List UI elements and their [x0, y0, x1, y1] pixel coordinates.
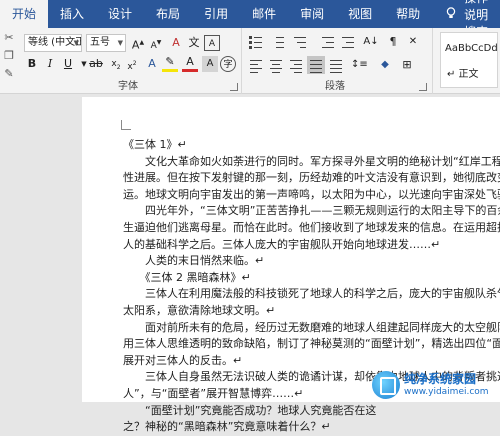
chevron-down-icon: ▼ [73, 39, 79, 47]
text-effects-icon[interactable]: A [144, 56, 160, 72]
tab-help[interactable]: 帮助 [384, 0, 432, 28]
chevron-down-icon: ▼ [117, 39, 123, 47]
tab-home[interactable]: 开始 [0, 0, 49, 28]
doc-line: 三体人在利用魔法般的科技锁死了地球人的科学之后，庞大的宇宙舰队杀气腾腾地直 [144, 287, 500, 301]
align-right-icon[interactable] [287, 56, 305, 74]
style-normal[interactable]: AaBbCcDd ↵ 正文 [440, 32, 498, 88]
doc-line: 《三体 2 黑暗森林》↵ [123, 270, 251, 284]
doc-line: 用三体人思维透明的致命缺陷，制订了神秘莫测的“面壁计划”，精选出四位“面壁者”。… [123, 337, 500, 351]
font-name-select[interactable]: 等线 (中文正文)▼ [24, 34, 82, 52]
highlight-icon[interactable]: ✎ [162, 56, 178, 72]
doc-line: 《三体 1》↵ [123, 138, 187, 151]
copy-icon[interactable]: ❐ [3, 50, 15, 62]
align-left-icon[interactable] [247, 56, 265, 74]
clipboard-group: ✂ ❐ ✎ [0, 28, 18, 94]
paragraph-group: A↓ ¶ ✕ ↕≡ ◆ ⊞ 段落 [243, 28, 433, 94]
superscript-icon[interactable]: x2 [124, 56, 140, 72]
enclose-char-icon[interactable]: 字 [220, 56, 236, 72]
tab-references[interactable]: 引用 [192, 0, 240, 28]
doc-line: 太阳系，意欲清除地球文明。↵ [123, 303, 276, 317]
bullets-icon[interactable] [247, 33, 265, 51]
decrease-indent-icon[interactable] [319, 33, 337, 51]
tab-design[interactable]: 设计 [96, 0, 144, 28]
italic-icon[interactable]: I [42, 56, 58, 72]
multilevel-list-icon[interactable] [291, 33, 309, 51]
shading-icon[interactable]: ◆ [377, 57, 393, 73]
font-color-icon[interactable]: A [182, 56, 198, 72]
ribbon: ✂ ❐ ✎ 等线 (中文正文)▼ 五号 ▼ A▲ A▼ A 文 A B I U ▼… [0, 28, 500, 94]
show-marks-icon[interactable]: ¶ [385, 34, 401, 50]
watermark-logo-icon [372, 371, 400, 399]
strikethrough-icon[interactable]: ab [88, 56, 104, 72]
styles-group: AaBbCcDd ↵ 正文 [434, 28, 500, 94]
site-watermark: 纯净系统家园 www.yidaimei.com [372, 368, 500, 402]
doc-line: 文化大革命如火如荼进行的同时。军方探寻外星文明的绝秘计划“红岸工程”取得了突 [144, 154, 500, 168]
underline-icon[interactable]: U [60, 56, 76, 72]
tab-insert[interactable]: 插入 [48, 0, 96, 28]
doc-line: 性进展。但在按下发射键的那一刻，历经劫难的叶文洁没有意识到，她彻底改变了人类的 [123, 171, 500, 185]
doc-line: 人的基础科学之后。三体人庞大的宇宙舰队开始向地球进发……↵ [123, 237, 441, 251]
doc-line: 生逼迫他们逃离母星。而恰在此时。他们接收到了地球发来的信息。在运用超技术锁死地 [123, 220, 500, 234]
distributed-icon[interactable] [327, 56, 345, 74]
grow-font-icon[interactable]: A▲ [130, 35, 146, 52]
doc-line: 四光年外，“三体文明”正苦苦挣扎——三颗无规则运行的太阳主导下的百余次毁灭 [123, 204, 500, 218]
font-dialog-launcher-icon[interactable] [230, 83, 238, 91]
format-painter-icon[interactable]: ✎ [3, 68, 15, 80]
style-name: ↵ 正文 [447, 69, 479, 80]
sort-icon[interactable]: A↓ [363, 34, 379, 50]
doc-line: 之？神秘的“黑暗森林”究竟意味着什么？↵ [123, 420, 331, 434]
justify-icon[interactable] [307, 56, 325, 74]
doc-line: 展开对三体人的反击。↵ [123, 353, 243, 367]
phonetic-guide-icon[interactable]: 文 [186, 35, 202, 51]
tab-mailings[interactable]: 邮件 [240, 0, 288, 28]
font-group-label: 字体 [118, 81, 138, 92]
subscript-icon[interactable]: x2 [108, 56, 124, 72]
tab-view[interactable]: 视图 [336, 0, 384, 28]
increase-indent-icon[interactable] [339, 33, 357, 51]
paragraph-dialog-launcher-icon[interactable] [419, 83, 427, 91]
asian-layout-icon[interactable]: ✕ [405, 34, 421, 50]
char-shading-icon[interactable]: A [202, 56, 218, 72]
watermark-title: 纯净系统家园 [404, 372, 477, 386]
align-center-icon[interactable] [267, 56, 285, 74]
doc-line: 运。地球文明向宇宙发出的第一声啼鸣，以太阳为中心，以光速向宇宙深处飞驰……↵ [123, 187, 500, 201]
borders-icon[interactable]: ⊞ [399, 57, 415, 73]
watermark-url: www.yidaimei.com [404, 387, 489, 397]
doc-line: “面壁计划”究竟能否成功？地球人究竟能否在这 [123, 403, 377, 417]
char-border-icon[interactable]: A [204, 35, 220, 51]
shrink-font-icon[interactable]: A▼ [148, 35, 164, 51]
paragraph-group-label: 段落 [325, 81, 345, 92]
line-spacing-icon[interactable]: ↕≡ [351, 57, 368, 73]
margin-corner-mark [121, 120, 131, 130]
style-sample-text: AaBbCcDd [445, 43, 498, 54]
font-size-value: 五号 [90, 37, 110, 48]
bold-icon[interactable]: B [24, 56, 40, 72]
clear-format-icon[interactable]: A [168, 35, 184, 51]
doc-line: 人类的末日悄然来临。↵ [123, 254, 265, 268]
tab-review[interactable]: 审阅 [288, 0, 336, 28]
font-size-select[interactable]: 五号 ▼ [86, 34, 126, 52]
lightbulb-icon [446, 6, 456, 22]
font-group: 等线 (中文正文)▼ 五号 ▼ A▲ A▼ A 文 A B I U ▼ ab x2… [20, 28, 242, 94]
doc-line: 面对前所未有的危局，经历过无数磨难的地球人组建起同样庞大的太空舰队，同时 [123, 320, 500, 334]
ribbon-tab-bar: 开始 插入 设计 布局 引用 邮件 审阅 视图 帮助 操作说明搜索 [0, 0, 500, 39]
numbering-icon[interactable] [269, 33, 287, 51]
cut-icon[interactable]: ✂ [3, 32, 15, 44]
tab-layout[interactable]: 布局 [144, 0, 192, 28]
